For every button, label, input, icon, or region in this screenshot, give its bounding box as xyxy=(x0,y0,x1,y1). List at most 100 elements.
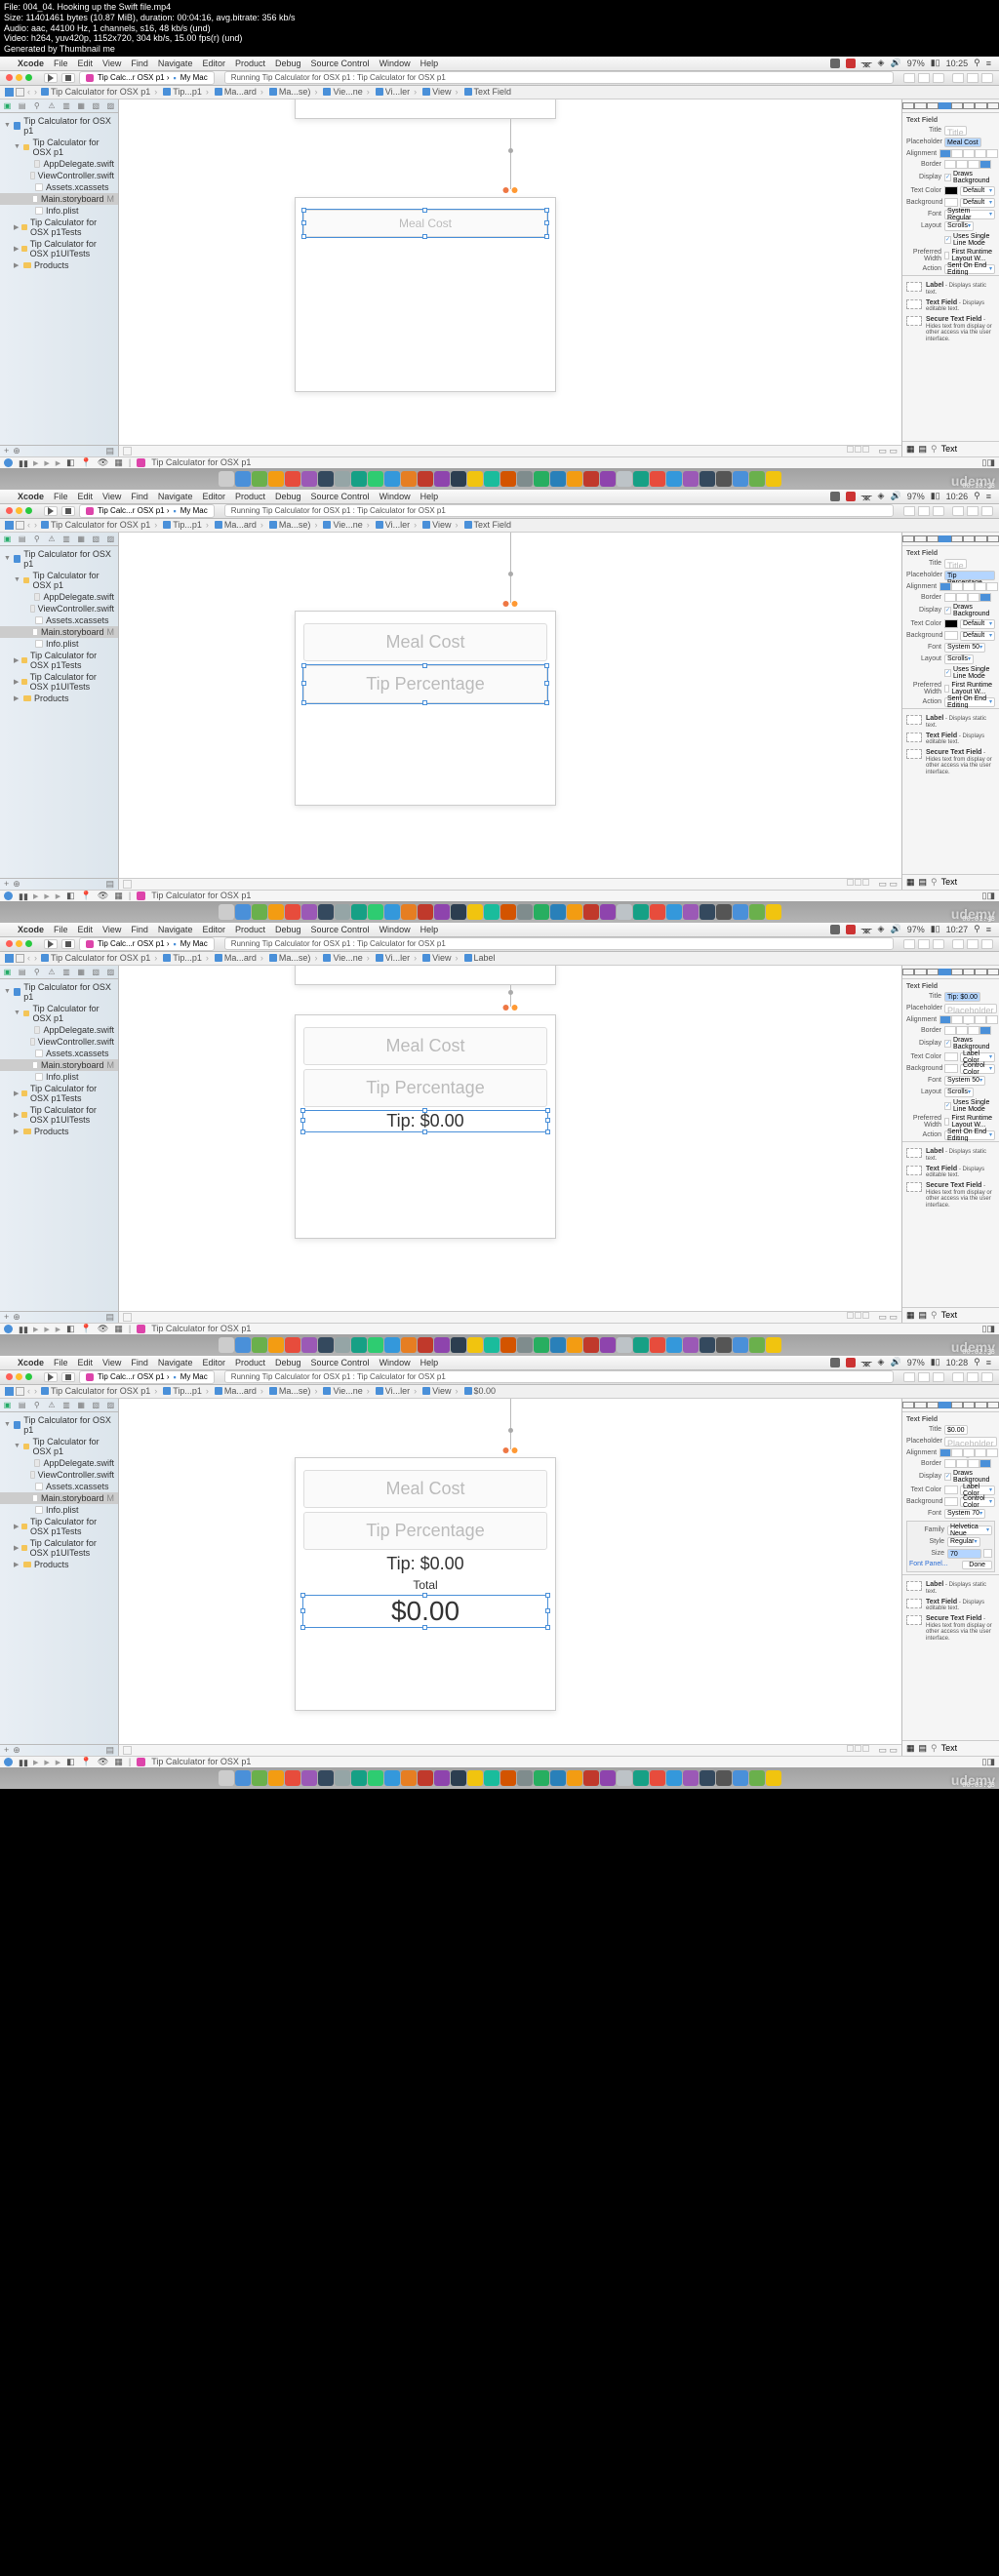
debug-process[interactable]: Tip Calculator for OSX p1 xyxy=(151,1757,251,1766)
title-input[interactable]: Title xyxy=(944,559,967,569)
related-items-icon[interactable] xyxy=(5,521,14,530)
border-segment[interactable] xyxy=(944,593,991,602)
font-select[interactable]: System Regular xyxy=(944,210,995,219)
nav-group[interactable]: ▶Tip Calculator for OSX p1Tests xyxy=(0,650,118,671)
dock-app[interactable] xyxy=(467,471,483,487)
run-button[interactable] xyxy=(44,73,58,83)
menubar-icon[interactable] xyxy=(846,492,856,501)
dock-app[interactable] xyxy=(219,1770,234,1786)
menu-file[interactable]: File xyxy=(54,492,68,501)
dock-app[interactable] xyxy=(235,904,251,920)
resize-handle[interactable] xyxy=(300,1118,305,1123)
jump-bar-item[interactable]: Tip Calculator for OSX p1 xyxy=(41,87,159,97)
dock-app[interactable] xyxy=(351,904,367,920)
dock-app[interactable] xyxy=(617,1337,632,1353)
menu-navigate[interactable]: Navigate xyxy=(158,925,193,934)
menubar-icon[interactable] xyxy=(846,1358,856,1367)
layout-select[interactable]: Scrolls xyxy=(944,1088,974,1097)
dock-app[interactable] xyxy=(749,471,765,487)
resize-handle[interactable] xyxy=(301,681,306,686)
resize-handle[interactable] xyxy=(544,681,549,686)
menu-help[interactable]: Help xyxy=(420,1358,439,1367)
dock-app[interactable] xyxy=(285,1770,300,1786)
dock-app[interactable] xyxy=(467,1770,483,1786)
dock-app[interactable] xyxy=(633,471,649,487)
dock-app[interactable] xyxy=(766,1770,781,1786)
volume-icon[interactable]: 🔊 xyxy=(890,1357,900,1367)
search-icon[interactable]: ⚲ xyxy=(974,1357,980,1367)
jump-bar-item[interactable]: Ma...se) xyxy=(269,87,320,97)
volume-icon[interactable]: 🔊 xyxy=(890,491,900,501)
dock-app[interactable] xyxy=(617,904,632,920)
dock-app[interactable] xyxy=(500,1770,516,1786)
canvas-label[interactable]: Total xyxy=(303,1578,547,1592)
alignment-segment[interactable] xyxy=(939,1448,998,1457)
dock-app[interactable] xyxy=(368,904,383,920)
placeholder-input[interactable]: Meal Cost xyxy=(944,138,981,147)
dock-app[interactable] xyxy=(500,904,516,920)
bg-select[interactable]: Control Color xyxy=(960,1064,995,1074)
dock-app[interactable] xyxy=(500,1337,516,1353)
menu-window[interactable]: Window xyxy=(380,59,411,68)
scheme-selector[interactable]: Tip Calc...r OSX p1 › ▪ My Mac xyxy=(79,71,215,85)
dock-app[interactable] xyxy=(699,1337,715,1353)
menu-edit[interactable]: Edit xyxy=(78,492,94,501)
jump-bar-item[interactable]: Label xyxy=(464,953,496,963)
dock-app[interactable] xyxy=(252,471,267,487)
dock-app[interactable] xyxy=(534,1337,549,1353)
dock-app[interactable] xyxy=(600,1770,616,1786)
dock-app[interactable] xyxy=(335,1337,350,1353)
resize-handle[interactable] xyxy=(301,220,306,225)
run-button[interactable] xyxy=(44,506,58,516)
dock-app[interactable] xyxy=(268,904,284,920)
clock[interactable]: 10:26 xyxy=(946,492,969,501)
dock-app[interactable] xyxy=(666,1337,682,1353)
nav-file[interactable]: AppDelegate.swift xyxy=(0,591,118,603)
dock-app[interactable] xyxy=(318,1337,334,1353)
resize-handle[interactable] xyxy=(301,208,306,213)
menu-file[interactable]: File xyxy=(54,59,68,68)
dock-app[interactable] xyxy=(301,1770,317,1786)
menu-editor[interactable]: Editor xyxy=(202,59,225,68)
nav-group[interactable]: ▶Tip Calculator for OSX p1Tests xyxy=(0,217,118,238)
breakpoint-toggle[interactable] xyxy=(4,892,13,900)
library-item[interactable]: Secure Text Field - Hides text from disp… xyxy=(906,749,995,775)
dock-app[interactable] xyxy=(484,1337,500,1353)
dock-app[interactable] xyxy=(699,904,715,920)
resize-handle[interactable] xyxy=(544,700,549,705)
segue-icon[interactable] xyxy=(508,1428,513,1433)
nav-project[interactable]: ▼Tip Calculator for OSX p1 xyxy=(0,115,118,137)
dock-app[interactable] xyxy=(650,1770,665,1786)
menu-help[interactable]: Help xyxy=(420,925,439,934)
alignment-segment[interactable] xyxy=(939,149,998,158)
menu-window[interactable]: Window xyxy=(380,492,411,501)
notifications-icon[interactable]: ≡ xyxy=(986,59,991,68)
run-button[interactable] xyxy=(44,1372,58,1382)
draws-bg-check[interactable]: ✓ xyxy=(944,1040,951,1048)
dock-app[interactable] xyxy=(252,1770,267,1786)
dock-app[interactable] xyxy=(384,904,400,920)
dock-app[interactable] xyxy=(633,1337,649,1353)
nav-file[interactable]: Main.storyboardM xyxy=(0,193,118,205)
nav-group[interactable]: ▶Products xyxy=(0,1559,118,1570)
border-segment[interactable] xyxy=(944,1026,991,1035)
text-color-select[interactable]: Label Color xyxy=(960,1486,995,1495)
dock-app[interactable] xyxy=(517,904,533,920)
resize-handle[interactable] xyxy=(422,700,427,705)
dock-app[interactable] xyxy=(517,1337,533,1353)
canvas-label[interactable]: Tip: $0.00 xyxy=(303,1554,547,1574)
breakpoint-toggle[interactable] xyxy=(4,458,13,467)
dock-app[interactable] xyxy=(467,1337,483,1353)
jump-bar-item[interactable]: Vi...ler xyxy=(376,520,419,530)
related-items-icon[interactable] xyxy=(5,954,14,963)
nav-group[interactable]: ▶Tip Calculator for OSX p1UITests xyxy=(0,1537,118,1559)
nav-file[interactable]: Assets.xcassets xyxy=(0,1048,118,1059)
dock-app[interactable] xyxy=(650,471,665,487)
canvas-textfield[interactable]: Meal Cost xyxy=(303,1027,547,1065)
dock-app[interactable] xyxy=(235,471,251,487)
dock-app[interactable] xyxy=(716,1337,732,1353)
search-icon[interactable]: ⚲ xyxy=(974,491,980,501)
resize-handle[interactable] xyxy=(544,234,549,239)
dock-app[interactable] xyxy=(683,1770,699,1786)
menu-view[interactable]: View xyxy=(102,925,121,934)
